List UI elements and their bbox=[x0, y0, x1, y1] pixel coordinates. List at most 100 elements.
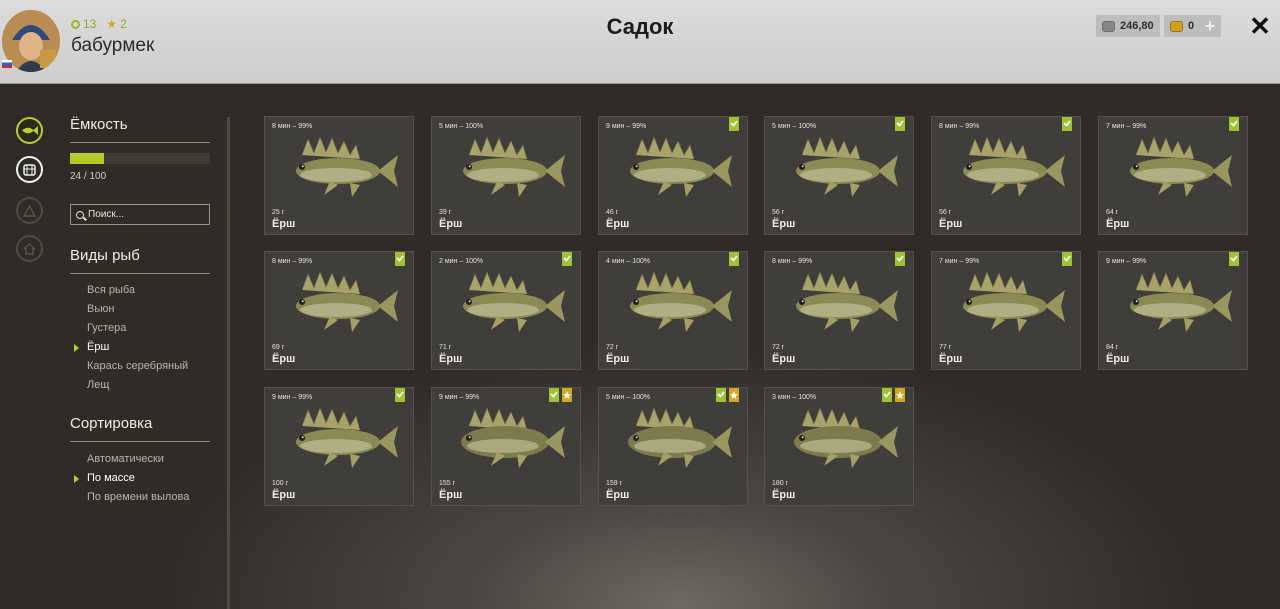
search-input[interactable]: Поиск... bbox=[70, 204, 210, 225]
species-item[interactable]: Вьюн bbox=[87, 303, 114, 315]
sidebar-divider bbox=[227, 117, 230, 609]
sort-item[interactable]: Автоматически bbox=[87, 453, 164, 465]
capacity-text: 24 / 100 bbox=[70, 171, 107, 182]
capacity-divider bbox=[70, 142, 210, 143]
trophy-check-icon bbox=[1062, 252, 1072, 266]
fish-weight: 100 г bbox=[272, 480, 289, 487]
fish-weight: 180 г bbox=[772, 480, 789, 487]
fish-name: Ёрш bbox=[772, 353, 796, 365]
search-icon bbox=[76, 210, 84, 219]
fish-card[interactable]: 5 мин – 100% 39 г Ёрш bbox=[431, 116, 581, 235]
species-item[interactable]: Густера bbox=[87, 322, 126, 334]
fish-name: Ёрш bbox=[439, 218, 463, 230]
fish-card[interactable]: 9 мин – 99% 155 г Ёрш bbox=[431, 387, 581, 506]
species-item[interactable]: Вся рыба bbox=[87, 284, 135, 296]
country-flag-icon bbox=[2, 60, 12, 68]
species-divider bbox=[70, 273, 210, 274]
trophy-check-icon bbox=[1062, 117, 1072, 131]
fish-weight: 77 г bbox=[939, 344, 952, 351]
fish-card[interactable]: 9 мин – 99% 100 г Ёрш bbox=[264, 387, 414, 506]
fish-card[interactable]: 5 мин – 100% 159 г Ёрш bbox=[598, 387, 748, 506]
silver-coin-icon bbox=[1102, 20, 1115, 32]
trophy-check-icon bbox=[395, 252, 405, 266]
catch-time: 3 мин – 100% bbox=[772, 394, 817, 401]
species-item[interactable]: Карась серебряный bbox=[87, 360, 188, 372]
sort-title: Сортировка bbox=[70, 415, 153, 432]
home-nav-icon[interactable] bbox=[16, 235, 43, 262]
gold-coin-icon bbox=[1170, 20, 1183, 32]
species-item[interactable]: Лещ bbox=[87, 379, 109, 391]
fish-name: Ёрш bbox=[772, 218, 796, 230]
trophy-check-icon bbox=[562, 252, 572, 266]
fish-image bbox=[630, 136, 732, 197]
fish-name: Ёрш bbox=[606, 489, 630, 501]
fish-card[interactable]: 7 мин – 99% 64 г Ёрш bbox=[1098, 116, 1248, 235]
trophy-check-icon bbox=[729, 252, 739, 266]
fish-image bbox=[463, 136, 565, 197]
trophy-check-icon bbox=[1229, 117, 1239, 131]
catch-time: 4 мин – 100% bbox=[606, 258, 651, 265]
catch-time: 2 мин – 100% bbox=[439, 258, 484, 265]
fish-weight: 39 г bbox=[439, 209, 452, 216]
catch-time: 8 мин – 99% bbox=[939, 123, 980, 130]
fish-image bbox=[963, 136, 1065, 197]
fish-image bbox=[796, 136, 898, 197]
gold-amount: 0 bbox=[1188, 20, 1195, 32]
fish-weight: 72 г bbox=[772, 344, 785, 351]
catch-time: 8 мин – 99% bbox=[272, 258, 313, 265]
catch-time: 9 мин – 99% bbox=[439, 394, 480, 401]
selected-arrow-icon bbox=[74, 475, 79, 483]
fish-weight: 56 г bbox=[939, 209, 952, 216]
fish-card[interactable]: 9 мин – 99% 46 г Ёрш bbox=[598, 116, 748, 235]
gold-star-icon bbox=[895, 388, 905, 402]
catch-time: 5 мин – 100% bbox=[606, 394, 651, 401]
trophy-check-icon bbox=[895, 252, 905, 266]
keepnet-nav-icon[interactable] bbox=[16, 156, 43, 183]
fish-name: Ёрш bbox=[439, 353, 463, 365]
selected-arrow-icon bbox=[74, 344, 79, 352]
close-button[interactable]: ✕ bbox=[1248, 11, 1272, 41]
fish-name: Ёрш bbox=[939, 353, 963, 365]
sort-item[interactable]: По времени вылова bbox=[87, 491, 189, 503]
sort-item[interactable]: По массе bbox=[87, 472, 135, 484]
capacity-fill bbox=[70, 153, 104, 164]
species-item[interactable]: Ёрш bbox=[87, 341, 109, 353]
catch-time: 9 мин – 99% bbox=[1106, 258, 1147, 265]
fish-name: Ёрш bbox=[939, 218, 963, 230]
catch-time: 7 мин – 99% bbox=[939, 258, 980, 265]
fish-weight: 46 г bbox=[606, 209, 619, 216]
fish-card[interactable]: 5 мин – 100% 56 г Ёрш bbox=[764, 116, 914, 235]
fish-name: Ёрш bbox=[606, 353, 630, 365]
page-title: Садок bbox=[606, 14, 674, 39]
fish-card[interactable]: 8 мин – 99% 56 г Ёрш bbox=[931, 116, 1081, 235]
boat-nav-icon[interactable] bbox=[16, 197, 43, 224]
fish-image bbox=[296, 407, 398, 468]
fish-weight: 72 г bbox=[606, 344, 619, 351]
fish-card[interactable]: 8 мин – 99% 69 г Ёрш bbox=[264, 251, 414, 370]
fish-weight: 25 г bbox=[272, 209, 285, 216]
trophy-check-icon bbox=[395, 388, 405, 402]
fish-card[interactable]: 8 мин – 99% 25 г Ёрш bbox=[264, 116, 414, 235]
fish-weight: 155 г bbox=[439, 480, 456, 487]
fish-nav-icon[interactable] bbox=[16, 117, 43, 144]
fish-card[interactable]: 4 мин – 100% 72 г Ёрш bbox=[598, 251, 748, 370]
gold-balance: 0 bbox=[1164, 15, 1201, 37]
fish-image bbox=[628, 407, 732, 468]
fish-card[interactable]: 7 мин – 99% 77 г Ёрш bbox=[931, 251, 1081, 370]
catch-time: 9 мин – 99% bbox=[606, 123, 647, 130]
catch-time: 9 мин – 99% bbox=[272, 394, 313, 401]
trophy-check-icon bbox=[1229, 252, 1239, 266]
fish-card[interactable]: 8 мин – 99% 72 г Ёрш bbox=[764, 251, 914, 370]
fish-card[interactable]: 9 мин – 99% 84 г Ёрш bbox=[1098, 251, 1248, 370]
fish-card[interactable]: 2 мин – 100% 71 г Ёрш bbox=[431, 251, 581, 370]
gold-star-icon bbox=[729, 388, 739, 402]
silver-amount: 246,80 bbox=[1120, 20, 1154, 32]
catch-time: 5 мин – 100% bbox=[772, 123, 817, 130]
fish-name: Ёрш bbox=[272, 353, 296, 365]
fish-weight: 69 г bbox=[272, 344, 285, 351]
catch-time: 8 мин – 99% bbox=[272, 123, 313, 130]
add-currency-button[interactable]: + bbox=[1199, 15, 1221, 37]
catch-time: 5 мин – 100% bbox=[439, 123, 484, 130]
fish-card[interactable]: 3 мин – 100% 180 г Ёрш bbox=[764, 387, 914, 506]
capacity-bar bbox=[70, 153, 210, 164]
